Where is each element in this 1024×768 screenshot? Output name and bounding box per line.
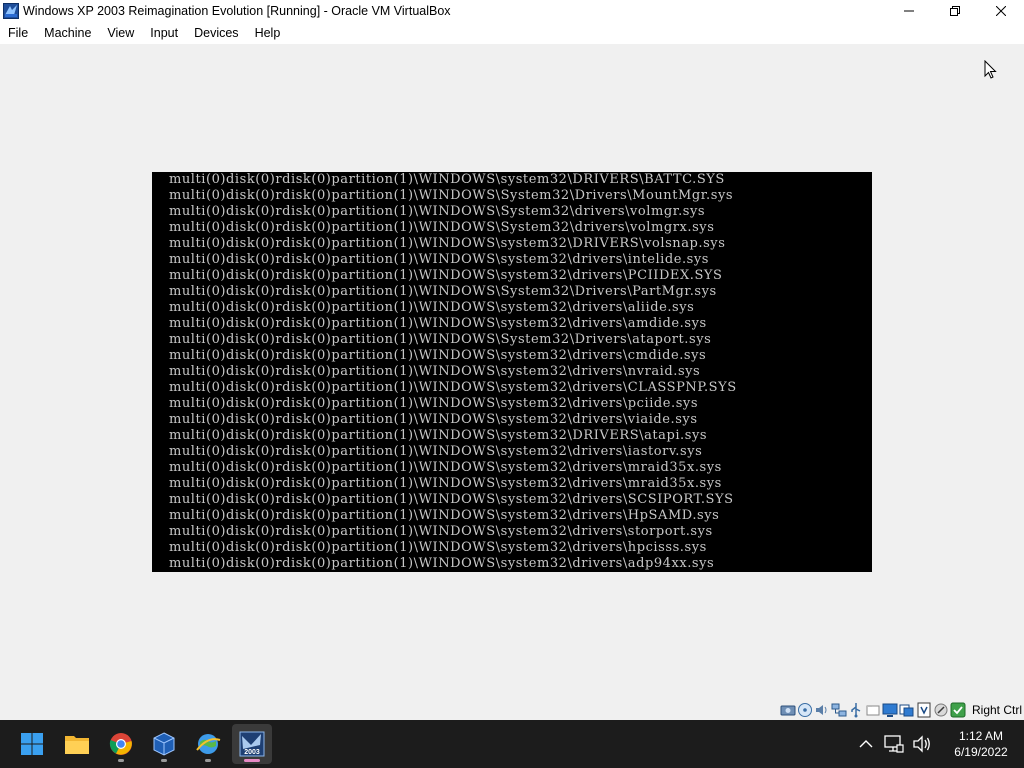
usb-icon[interactable] [848,702,864,718]
video-capture-icon[interactable] [899,702,915,718]
taskbar-network-app[interactable] [188,724,228,764]
active-indicator [244,759,260,762]
shared-folders-icon[interactable] [865,702,881,718]
taskbar-chrome[interactable] [101,724,141,764]
running-indicator [205,759,211,762]
boot-console-output: multi(0)disk(0)rdisk(0)partition(1)\WIND… [169,172,737,572]
console-line: multi(0)disk(0)rdisk(0)partition(1)\WIND… [169,284,717,299]
taskbar-vm-window[interactable]: 2003 [232,724,272,764]
console-line: multi(0)disk(0)rdisk(0)partition(1)\WIND… [169,396,699,411]
chrome-icon [109,733,132,755]
minimize-icon [904,10,914,12]
console-line: multi(0)disk(0)rdisk(0)partition(1)\WIND… [169,300,695,315]
console-line: multi(0)disk(0)rdisk(0)partition(1)\WIND… [169,524,713,539]
windows-start-icon [21,733,43,755]
console-line: multi(0)disk(0)rdisk(0)partition(1)\WIND… [169,380,737,395]
clock-time: 1:12 AM [958,729,1004,743]
restore-button[interactable] [932,0,978,22]
host-key-label: Right Ctrl [971,703,1022,717]
mouse-integration-icon[interactable] [933,702,949,718]
close-button[interactable] [978,0,1024,22]
audio-icon[interactable] [814,702,830,718]
vm-guest-screen[interactable]: multi(0)disk(0)rdisk(0)partition(1)\WIND… [152,172,872,572]
vm-status-bar: Right Ctrl [0,700,1024,720]
clock[interactable]: 1:12 AM 6/19/2022 [942,728,1020,760]
host-key-icon[interactable] [950,702,966,718]
console-line: multi(0)disk(0)rdisk(0)partition(1)\WIND… [169,316,707,331]
console-line: multi(0)disk(0)rdisk(0)partition(1)\WIND… [169,332,712,347]
network-icon[interactable] [882,732,906,756]
console-line: multi(0)disk(0)rdisk(0)partition(1)\WIND… [169,476,722,491]
start-button[interactable] [12,724,52,764]
virtualbox-icon [153,732,175,756]
system-tray: 1:12 AM 6/19/2022 [854,720,1024,768]
vm-window-icon: 2003 [239,731,265,757]
menu-bar: File Machine View Input Devices Help [0,22,1024,44]
console-line: multi(0)disk(0)rdisk(0)partition(1)\WIND… [169,268,723,283]
network-globe-icon [196,734,221,754]
taskbar-virtualbox[interactable] [144,724,184,764]
menu-help[interactable]: Help [247,22,289,44]
menu-file[interactable]: File [0,22,36,44]
hard-disk-icon[interactable] [780,702,796,718]
console-line: multi(0)disk(0)rdisk(0)partition(1)\WIND… [169,508,720,523]
menu-machine[interactable]: Machine [36,22,99,44]
vm-thumb-label: 2003 [244,749,260,756]
console-line: multi(0)disk(0)rdisk(0)partition(1)\WIND… [169,188,734,203]
file-explorer-icon [65,736,89,754]
console-line: multi(0)disk(0)rdisk(0)partition(1)\WIND… [169,252,709,267]
window-title: Windows XP 2003 Reimagination Evolution … [23,4,451,18]
console-line: multi(0)disk(0)rdisk(0)partition(1)\WIND… [169,364,701,379]
minimize-button[interactable] [886,0,932,22]
console-line: multi(0)disk(0)rdisk(0)partition(1)\WIND… [169,348,707,363]
chevron-up-icon[interactable] [854,732,878,756]
console-line: multi(0)disk(0)rdisk(0)partition(1)\WIND… [169,236,726,251]
menu-view[interactable]: View [99,22,142,44]
display-icon[interactable] [882,702,898,718]
clock-date: 6/19/2022 [954,745,1008,759]
taskbar: 2003 1:12 AM 6/19/2022 [0,720,1024,768]
menu-devices[interactable]: Devices [186,22,246,44]
console-line: multi(0)disk(0)rdisk(0)partition(1)\WIND… [169,172,725,187]
taskbar-file-explorer[interactable] [57,724,97,764]
close-icon [996,6,1006,16]
console-line: multi(0)disk(0)rdisk(0)partition(1)\WIND… [169,428,708,443]
menu-input[interactable]: Input [142,22,186,44]
volume-icon[interactable] [910,732,934,756]
network-icon[interactable] [831,702,847,718]
optical-drive-icon[interactable] [797,702,813,718]
mouse-pointer-icon [984,60,997,79]
console-line: multi(0)disk(0)rdisk(0)partition(1)\WIND… [169,444,703,459]
restore-icon [950,6,960,16]
console-line: multi(0)disk(0)rdisk(0)partition(1)\WIND… [169,556,715,571]
vm-display-area[interactable]: multi(0)disk(0)rdisk(0)partition(1)\WIND… [0,44,1024,700]
console-line: multi(0)disk(0)rdisk(0)partition(1)\WIND… [169,492,734,507]
virtualbox-icon [3,3,19,19]
title-bar[interactable]: Windows XP 2003 Reimagination Evolution … [0,0,1024,22]
console-line: multi(0)disk(0)rdisk(0)partition(1)\WIND… [169,220,715,235]
console-line: multi(0)disk(0)rdisk(0)partition(1)\WIND… [169,412,698,427]
console-line: multi(0)disk(0)rdisk(0)partition(1)\WIND… [169,460,722,475]
running-indicator [161,759,167,762]
running-indicator [118,759,124,762]
virtualization-icon[interactable] [916,702,932,718]
console-line: multi(0)disk(0)rdisk(0)partition(1)\WIND… [169,540,707,555]
window-controls [886,0,1024,22]
status-indicators [780,702,966,718]
console-line: multi(0)disk(0)rdisk(0)partition(1)\WIND… [169,204,706,219]
